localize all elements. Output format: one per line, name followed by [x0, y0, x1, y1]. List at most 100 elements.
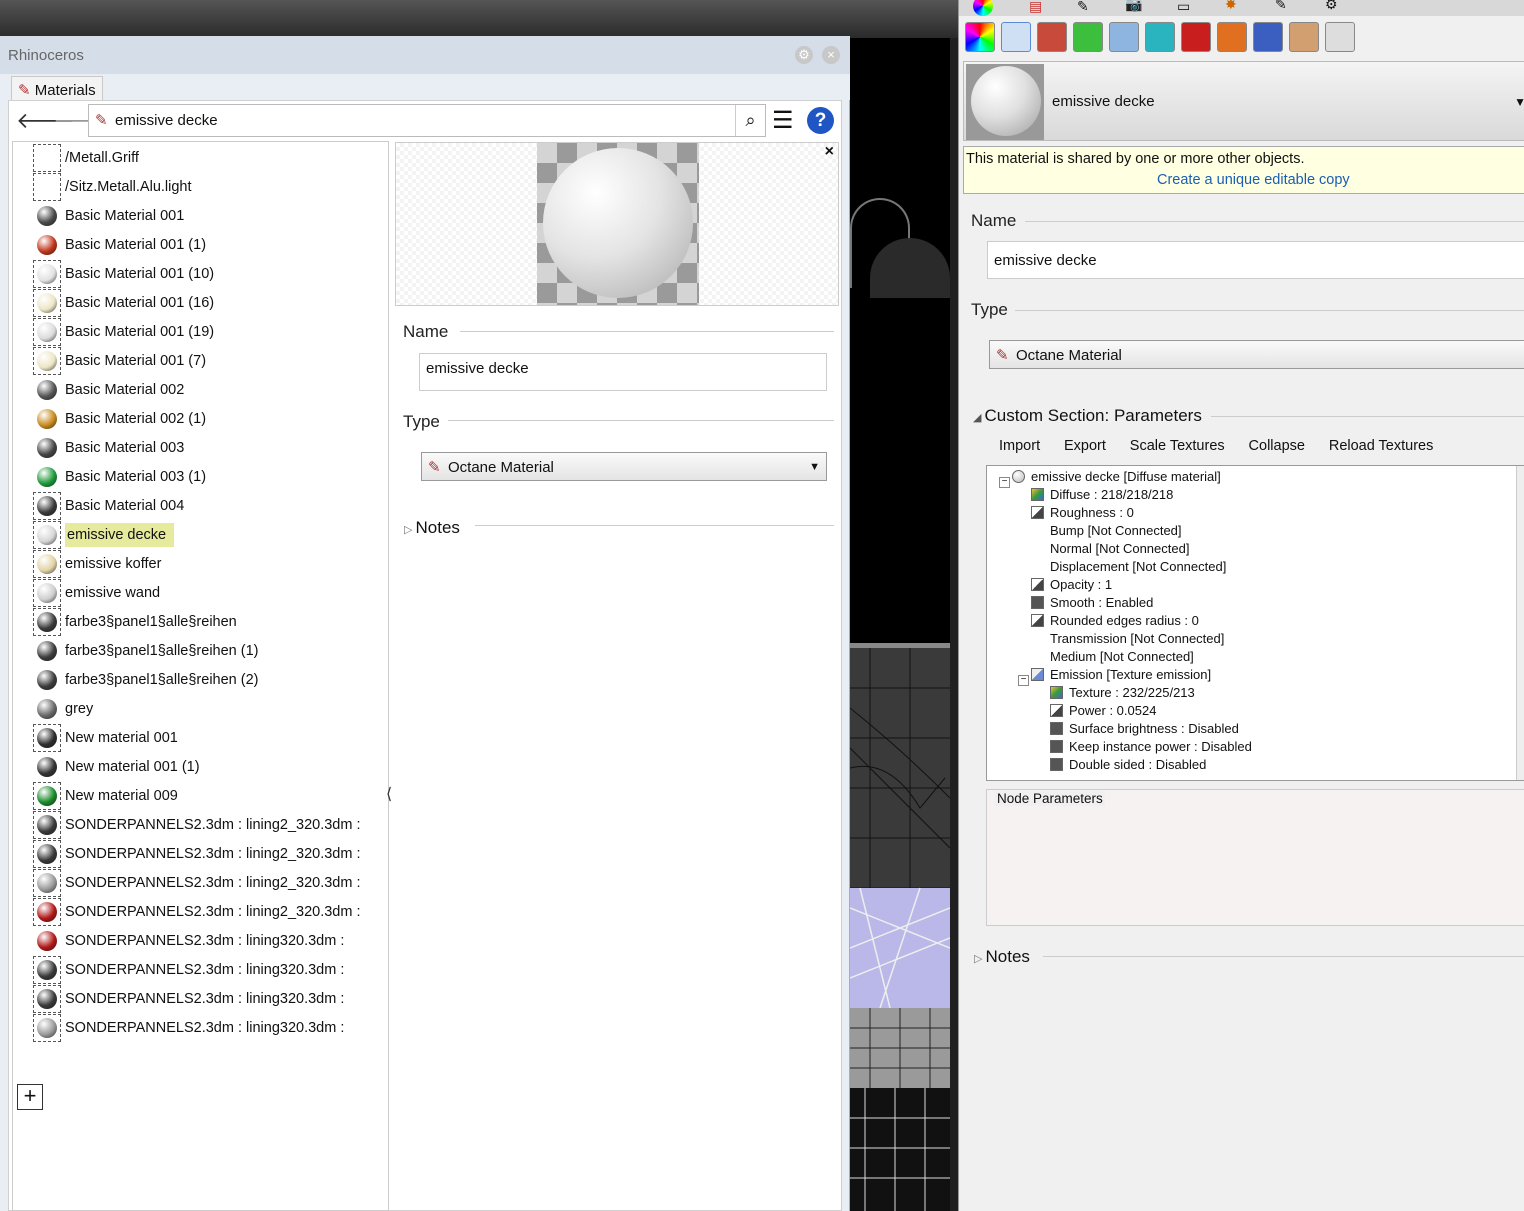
- parameter-tree-row[interactable]: Bump [Not Connected]: [1050, 522, 1182, 540]
- material-list-item[interactable]: New material 001 (1): [21, 754, 381, 780]
- object-tab-icon[interactable]: ✎: [1077, 0, 1089, 15]
- material-list-item[interactable]: Basic Material 002: [21, 377, 381, 403]
- parameter-tree-row[interactable]: Surface brightness : Disabled: [1050, 720, 1239, 738]
- glass-icon[interactable]: [1109, 22, 1139, 52]
- parameter-tree-row[interactable]: Rounded edges radius : 0: [1031, 612, 1199, 630]
- material-list-item[interactable]: SONDERPANNELS2.3dm : lining320.3dm :: [21, 928, 381, 954]
- material-name-field[interactable]: emissive decke: [419, 353, 827, 391]
- custom-section-header[interactable]: ◢ Custom Section: Parameters: [973, 406, 1202, 426]
- menu-icon[interactable]: ☰: [772, 109, 794, 133]
- material-list-item[interactable]: farbe3§panel1§alle§reihen: [21, 608, 381, 636]
- color-wheel-icon[interactable]: [965, 22, 995, 52]
- material-list-item[interactable]: New material 001: [21, 724, 381, 752]
- add-material-button[interactable]: +: [17, 1084, 43, 1110]
- ball-icon[interactable]: [1217, 22, 1247, 52]
- tree-collapse-icon[interactable]: −: [1018, 675, 1029, 686]
- texture-icon[interactable]: [1073, 22, 1103, 52]
- material-list-item[interactable]: SONDERPANNELS2.3dm : lining2_320.3dm :: [21, 898, 381, 926]
- shader-icon[interactable]: [1037, 22, 1067, 52]
- material-list-item[interactable]: SONDERPANNELS2.3dm : lining2_320.3dm :: [21, 840, 381, 868]
- close-dialog-button[interactable]: ×: [822, 46, 840, 64]
- parameter-tree-row[interactable]: Emission [Texture emission]: [1031, 666, 1211, 684]
- parameter-tree-row[interactable]: emissive decke [Diffuse material]: [1012, 468, 1221, 486]
- cylinder-icon[interactable]: [1253, 22, 1283, 52]
- close-preview-icon[interactable]: ×: [825, 143, 834, 161]
- export-button[interactable]: Export: [1064, 438, 1106, 454]
- search-icon[interactable]: ⌕: [735, 105, 765, 136]
- material-list-item[interactable]: SONDERPANNELS2.3dm : lining2_320.3dm :: [21, 869, 381, 897]
- parameter-tree-row[interactable]: Power : 0.0524: [1050, 702, 1156, 720]
- parameter-tree-row[interactable]: Smooth : Enabled: [1031, 594, 1153, 612]
- material-list-item[interactable]: emissive decke: [21, 521, 381, 549]
- tree-collapse-icon[interactable]: −: [999, 477, 1010, 488]
- material-list-item[interactable]: grey: [21, 696, 381, 722]
- parameter-tree-row[interactable]: Medium [Not Connected]: [1050, 648, 1194, 666]
- material-type-select[interactable]: ✎ Octane Material ▼: [421, 452, 827, 481]
- collapse-button[interactable]: Collapse: [1249, 438, 1305, 454]
- material-list-item[interactable]: /Metall.Griff: [21, 144, 381, 172]
- cube-icon[interactable]: [1145, 22, 1175, 52]
- tab-materials[interactable]: ✎ Materials: [11, 76, 103, 102]
- notes-expander[interactable]: ▷ Notes: [404, 518, 460, 538]
- scale-textures-button[interactable]: Scale Textures: [1130, 438, 1225, 454]
- properties-name-field[interactable]: emissive decke: [987, 241, 1524, 279]
- dialog-title-bar[interactable]: Rhinoceros: [0, 36, 850, 74]
- help-icon[interactable]: ?: [807, 107, 834, 134]
- material-list-item[interactable]: emissive koffer: [21, 550, 381, 578]
- box-icon[interactable]: [1181, 22, 1211, 52]
- material-list-item[interactable]: farbe3§panel1§alle§reihen (1): [21, 638, 381, 664]
- material-list-item[interactable]: farbe3§panel1§alle§reihen (2): [21, 667, 381, 693]
- material-list-item[interactable]: /Sitz.Metall.Alu.light: [21, 173, 381, 201]
- bug-tab-icon[interactable]: ✸: [1225, 0, 1237, 13]
- parameter-tree-row[interactable]: Transmission [Not Connected]: [1050, 630, 1224, 648]
- panel-splitter-handle[interactable]: ⟨: [386, 784, 392, 804]
- material-list[interactable]: /Metall.Griff/Sitz.Metall.Alu.light Basic…: [12, 141, 389, 1211]
- parameter-tree-row[interactable]: Displacement [Not Connected]: [1050, 558, 1226, 576]
- material-search-input[interactable]: ✎ emissive decke ⌕: [88, 104, 766, 137]
- material-list-item[interactable]: Basic Material 001 (16): [21, 289, 381, 317]
- forward-arrow-icon[interactable]: 🡒: [53, 108, 112, 134]
- material-list-item[interactable]: SONDERPANNELS2.3dm : lining320.3dm :: [21, 1014, 381, 1042]
- material-list-item[interactable]: New material 009: [21, 782, 381, 810]
- material-list-item[interactable]: emissive wand: [21, 579, 381, 607]
- material-list-item[interactable]: Basic Material 001 (10): [21, 260, 381, 288]
- import-button[interactable]: Import: [999, 438, 1040, 454]
- material-list-item[interactable]: SONDERPANNELS2.3dm : lining320.3dm :: [21, 956, 381, 984]
- back-arrow-icon[interactable]: 🡐: [16, 108, 75, 134]
- tree-scrollbar[interactable]: [1516, 466, 1524, 780]
- material-edit-icon[interactable]: [1001, 22, 1031, 52]
- properties-type-select[interactable]: ✎ Octane Material: [989, 340, 1524, 369]
- unique-copy-link[interactable]: Create a unique editable copy: [964, 167, 1524, 188]
- reload-textures-button[interactable]: Reload Textures: [1329, 438, 1434, 454]
- properties-notes-expander[interactable]: ▷ Notes: [974, 947, 1030, 967]
- paint-tab-icon[interactable]: ✎: [1275, 0, 1287, 13]
- parameter-tree-row[interactable]: Normal [Not Connected]: [1050, 540, 1189, 558]
- material-list-item[interactable]: Basic Material 003: [21, 435, 381, 461]
- parameter-tree-row[interactable]: Double sided : Disabled: [1050, 756, 1206, 774]
- layer-tab-icon[interactable]: ▤: [1029, 0, 1042, 15]
- parameter-tree-row[interactable]: Keep instance power : Disabled: [1050, 738, 1252, 756]
- material-tab-icon[interactable]: [973, 0, 993, 16]
- node-icon[interactable]: [1289, 22, 1319, 52]
- parameter-tree-row[interactable]: Opacity : 1: [1031, 576, 1112, 594]
- chevron-down-icon[interactable]: ▼: [1514, 95, 1524, 109]
- material-list-item[interactable]: Basic Material 001 (1): [21, 232, 381, 258]
- parameter-tree-row[interactable]: Roughness : 0: [1031, 504, 1134, 522]
- parameter-tree-row[interactable]: Diffuse : 218/218/218: [1031, 486, 1173, 504]
- material-list-item[interactable]: Basic Material 004: [21, 492, 381, 520]
- material-list-item[interactable]: SONDERPANNELS2.3dm : lining2_320.3dm :: [21, 811, 381, 839]
- material-header[interactable]: emissive decke ▼: [963, 61, 1524, 141]
- material-list-item[interactable]: SONDERPANNELS2.3dm : lining320.3dm :: [21, 985, 381, 1013]
- settings-gear-icon[interactable]: ⚙: [795, 46, 813, 64]
- material-list-item[interactable]: Basic Material 001 (7): [21, 347, 381, 375]
- parameter-tree[interactable]: emissive decke [Diffuse material] Diffuse…: [986, 465, 1524, 781]
- camera-tab-icon[interactable]: 📷: [1125, 0, 1142, 13]
- parameter-tree-row[interactable]: Texture : 232/225/213: [1050, 684, 1195, 702]
- material-list-item[interactable]: Basic Material 001: [21, 203, 381, 229]
- material-list-item[interactable]: Basic Material 003 (1): [21, 464, 381, 490]
- material-list-item[interactable]: Basic Material 001 (19): [21, 318, 381, 346]
- gear-tab-icon[interactable]: ⚙: [1325, 0, 1338, 13]
- vray-icon[interactable]: [1325, 22, 1355, 52]
- material-list-item[interactable]: Basic Material 002 (1): [21, 406, 381, 432]
- page-tab-icon[interactable]: ▭: [1177, 0, 1190, 15]
